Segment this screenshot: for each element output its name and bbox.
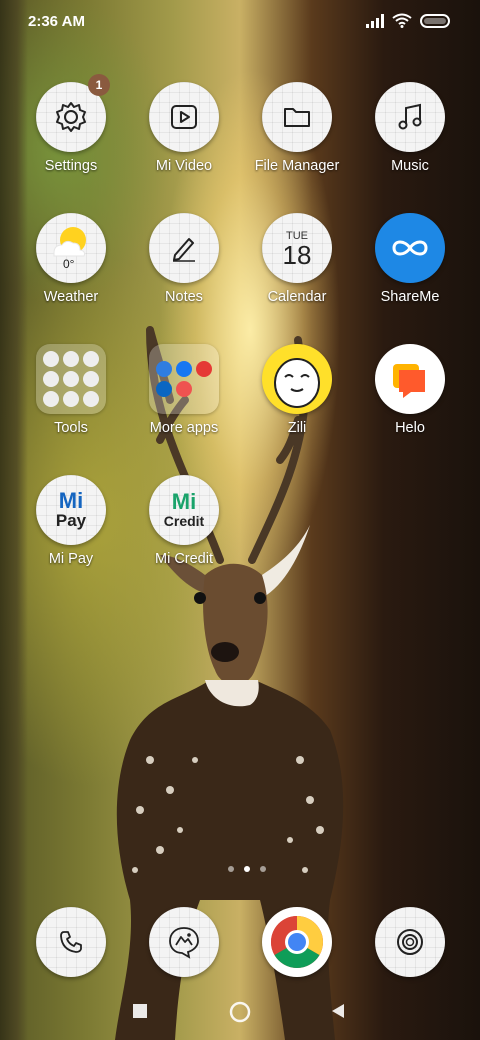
dock-camera[interactable]: [354, 907, 466, 977]
recents-button[interactable]: [132, 1003, 148, 1019]
mini-app-icon: [83, 391, 99, 407]
more-apps-folder-icon[interactable]: [149, 344, 219, 414]
tools-folder-icon[interactable]: [36, 344, 106, 414]
app-label: Settings: [44, 158, 98, 174]
app-mi-credit[interactable]: Mi Credit Mi Credit: [128, 475, 240, 567]
mini-app-icon: [83, 371, 99, 387]
app-label: Calendar: [267, 289, 327, 305]
infinity-icon: [392, 240, 428, 256]
dock-gallery[interactable]: [128, 907, 240, 977]
app-label: Helo: [395, 420, 425, 436]
folder-tools[interactable]: Tools: [15, 344, 127, 436]
calendar-app-icon[interactable]: TUE 18: [262, 213, 332, 283]
calendar-date: 18: [282, 240, 312, 270]
app-label: Mi Video: [155, 158, 213, 174]
app-mi-pay[interactable]: Mi Pay Mi Pay: [15, 475, 127, 567]
mini-app-icon: [43, 351, 59, 367]
battery-icon: [420, 13, 450, 28]
weather-app-icon[interactable]: 0°: [36, 213, 106, 283]
app-label: Mi Pay: [48, 551, 94, 567]
navigation-bar: [0, 996, 480, 1026]
dock-phone[interactable]: [15, 907, 127, 977]
app-shareme[interactable]: ShareMe: [354, 213, 466, 305]
folder-icon: [284, 108, 310, 127]
gallery-icon: [169, 927, 199, 959]
app-label: Weather: [43, 289, 99, 305]
shareme-app-icon[interactable]: [375, 213, 445, 283]
app-label: More apps: [149, 420, 219, 436]
mi-credit-logo: Mi: [171, 489, 197, 514]
music-app-icon[interactable]: [375, 82, 445, 152]
signal-icon: [366, 13, 384, 28]
music-note-icon: [398, 103, 422, 130]
linkedin-mini-icon: [156, 381, 172, 397]
app-label: File Manager: [254, 158, 340, 174]
store-mini-icon: [156, 361, 172, 377]
phone-icon: [60, 931, 82, 953]
mini-app-icon: [63, 371, 79, 387]
app-label: Tools: [54, 420, 88, 436]
dock-chrome[interactable]: [241, 907, 353, 977]
zili-app-icon[interactable]: [262, 344, 332, 414]
page-dot: [228, 866, 234, 872]
app-music[interactable]: Music: [354, 82, 466, 174]
weather-temp: 0°: [63, 257, 75, 271]
mi-pay-logo: Mi: [58, 488, 84, 513]
camera-app-icon[interactable]: [375, 907, 445, 977]
mini-app-icon: [43, 391, 59, 407]
page-indicator: [228, 866, 266, 872]
mini-app-icon: [83, 351, 99, 367]
mi-pay-app-icon[interactable]: Mi Pay: [36, 475, 106, 545]
home-button[interactable]: [228, 1000, 252, 1024]
notification-badge: 1: [88, 74, 110, 96]
app-label: Mi Credit: [154, 551, 213, 567]
status-icons: [366, 13, 452, 28]
back-button[interactable]: [330, 1003, 346, 1019]
helo-app-icon[interactable]: [375, 344, 445, 414]
status-bar: 2:36 AM: [0, 0, 480, 44]
page-dot-active: [244, 866, 250, 872]
mini-app-icon: [43, 371, 59, 387]
app-zili[interactable]: Zili: [241, 344, 353, 436]
wifi-icon: [392, 13, 412, 28]
mi-video-app-icon[interactable]: [149, 82, 219, 152]
app-settings[interactable]: 1 Settings: [15, 74, 127, 174]
folder-more-apps[interactable]: More apps: [128, 344, 240, 436]
chrome-app-icon[interactable]: [262, 907, 332, 977]
status-time: 2:36 AM: [28, 13, 85, 30]
app-label: ShareMe: [380, 289, 440, 305]
mi-credit-app-icon[interactable]: Mi Credit: [149, 475, 219, 545]
wps-mini-icon: [196, 361, 212, 377]
mini-app-icon: [63, 391, 79, 407]
gallery-app-icon[interactable]: [149, 907, 219, 977]
empty-slot: [196, 381, 212, 397]
gear-icon: [56, 102, 86, 132]
camera-icon: [397, 929, 423, 955]
facebook-mini-icon: [176, 361, 192, 377]
app-calendar[interactable]: TUE 18 Calendar: [241, 213, 353, 305]
notes-app-icon[interactable]: [149, 213, 219, 283]
page-dot: [260, 866, 266, 872]
app-weather[interactable]: 0° Weather: [15, 213, 127, 305]
settings-app-icon[interactable]: 1: [36, 74, 110, 152]
app-label: Music: [391, 158, 429, 174]
getapps-mini-icon: [176, 381, 192, 397]
phone-app-icon[interactable]: [36, 907, 106, 977]
chat-bubble-icon: [393, 364, 425, 398]
pencil-icon: [173, 238, 195, 262]
mi-pay-logo-text: Pay: [55, 511, 87, 530]
play-icon: [171, 105, 197, 129]
app-mi-video[interactable]: Mi Video: [128, 82, 240, 174]
chrome-icon: [271, 916, 323, 968]
app-label: Zili: [287, 420, 307, 436]
zili-face-icon: [274, 358, 320, 408]
file-manager-app-icon[interactable]: [262, 82, 332, 152]
app-label: Notes: [165, 289, 203, 305]
app-helo[interactable]: Helo: [354, 344, 466, 436]
mini-app-icon: [63, 351, 79, 367]
app-notes[interactable]: Notes: [128, 213, 240, 305]
app-file-manager[interactable]: File Manager: [241, 82, 353, 174]
mi-credit-logo-text: Credit: [163, 513, 205, 529]
